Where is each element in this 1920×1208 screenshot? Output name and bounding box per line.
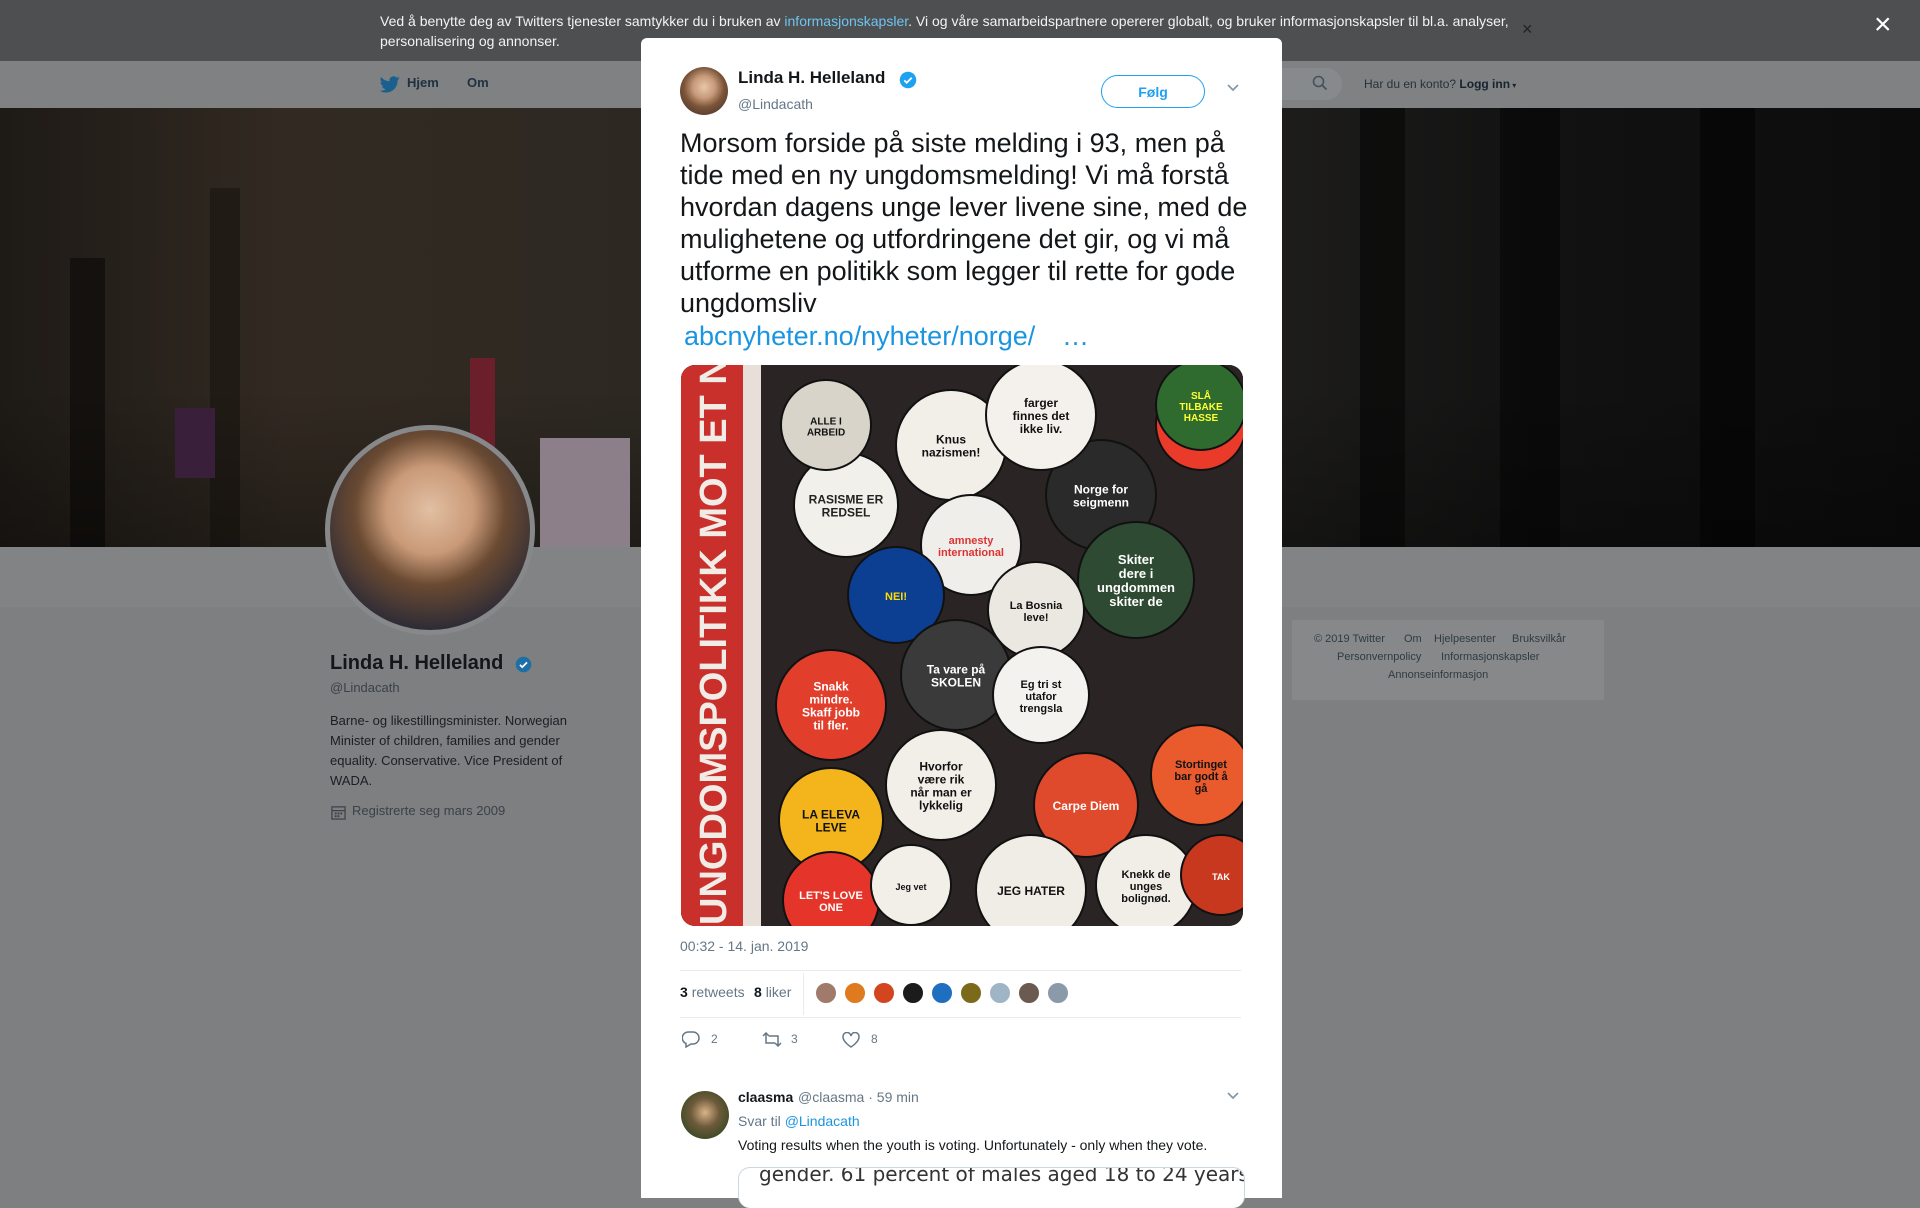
quoted-image-text: gender. 61 percent of males aged 18 to 2… bbox=[759, 1167, 1245, 1186]
liker-avatar[interactable] bbox=[901, 981, 925, 1005]
account-prompt: Har du en konto? Logg inn ▾ bbox=[1364, 77, 1517, 91]
magazine-title: UNGDOMSPOLITIKK MOT ET NYTT HUND bbox=[693, 365, 735, 925]
modal-close-button[interactable]: × bbox=[1874, 10, 1892, 40]
profile-avatar[interactable] bbox=[325, 425, 535, 635]
twitter-bird-icon[interactable] bbox=[380, 76, 400, 93]
divider bbox=[680, 970, 1241, 971]
footer-link-terms[interactable]: Bruksvilkår bbox=[1512, 633, 1566, 645]
cookie-policy-link[interactable]: informasjonskapsler bbox=[784, 13, 908, 29]
tweet-author-avatar[interactable] bbox=[680, 67, 728, 115]
profile-bio: Barne- og likestillingsminister. Norwegi… bbox=[330, 713, 567, 788]
reply-author-name[interactable]: claasma bbox=[738, 1089, 793, 1105]
pin-button-label: Jeg vet bbox=[895, 882, 926, 892]
calendar-icon bbox=[331, 806, 346, 820]
verified-badge-icon bbox=[515, 656, 532, 673]
tweet-text: Morsom forside på siste melding i 93, me… bbox=[680, 128, 1248, 318]
profile-handle[interactable]: @Lindacath bbox=[330, 680, 400, 695]
pin-button-label: Norge for seigmenn bbox=[1073, 483, 1129, 510]
liker-avatar[interactable] bbox=[988, 981, 1012, 1005]
tweet-link-ellipsis[interactable]: … bbox=[1062, 320, 1089, 352]
footer-link-privacy[interactable]: Personvernpolicy bbox=[1337, 651, 1421, 663]
tweet-author-name[interactable]: Linda H. Helleland bbox=[738, 68, 885, 88]
liker-avatar[interactable] bbox=[930, 981, 954, 1005]
footer-link-cookies[interactable]: Informasjonskapsler bbox=[1441, 651, 1539, 663]
liker-avatar[interactable] bbox=[872, 981, 896, 1005]
pin-button-label: Carpe Diem bbox=[1053, 799, 1120, 813]
search-icon[interactable] bbox=[1312, 75, 1328, 91]
reply-author-avatar[interactable] bbox=[681, 1091, 729, 1139]
reply-icon[interactable] bbox=[682, 1031, 700, 1048]
like-icon[interactable] bbox=[842, 1032, 860, 1048]
tweet-author-handle[interactable]: @Lindacath bbox=[738, 96, 813, 112]
nav-about-link[interactable]: Om bbox=[467, 75, 489, 90]
liker-avatar[interactable] bbox=[843, 981, 867, 1005]
pin-button-label: TAK bbox=[1212, 872, 1230, 882]
pin-button-label: NEI! bbox=[885, 591, 907, 603]
footer-copyright: © 2019 Twitter bbox=[1314, 633, 1385, 645]
chevron-down-icon[interactable] bbox=[1226, 1091, 1240, 1101]
pin-button-label: JEG HATER bbox=[997, 884, 1065, 898]
footer-links-box: © 2019 Twitter Om Hjelpesenter Bruksvilk… bbox=[1292, 620, 1604, 700]
follow-button[interactable]: Følg bbox=[1101, 75, 1205, 108]
like-count: 8 bbox=[871, 1032, 878, 1046]
divider bbox=[803, 973, 804, 1015]
footer-link-help[interactable]: Hjelpesenter bbox=[1434, 633, 1496, 645]
retweets-stat[interactable]: 3 retweets bbox=[680, 984, 745, 1000]
login-link[interactable]: Logg inn bbox=[1459, 77, 1510, 91]
liker-avatar[interactable] bbox=[814, 981, 838, 1005]
reply-to-line: Svar til @Lindacath bbox=[738, 1113, 860, 1129]
tweet-image-graphic: UNGDOMSPOLITIKK MOT ET NYTT HUND Knus naz… bbox=[681, 365, 1243, 926]
nav-home-link[interactable]: Hjem bbox=[407, 75, 439, 90]
login-caret-icon[interactable]: ▾ bbox=[1510, 81, 1516, 90]
divider bbox=[680, 1017, 1241, 1018]
footer-link-ads[interactable]: Annonseinformasjon bbox=[1388, 669, 1488, 681]
reply-text: Voting results when the youth is voting.… bbox=[738, 1137, 1208, 1153]
tweet-image[interactable]: UNGDOMSPOLITIKK MOT ET NYTT HUND Knus naz… bbox=[681, 365, 1243, 926]
liker-avatar[interactable] bbox=[1046, 981, 1070, 1005]
profile-join-date: Registrerte seg mars 2009 bbox=[352, 803, 506, 818]
reply-count: 2 bbox=[711, 1032, 718, 1046]
verified-badge-icon bbox=[899, 71, 917, 89]
retweet-icon[interactable] bbox=[762, 1032, 782, 1047]
reply-author-handle[interactable]: @claasma · 59 min bbox=[798, 1089, 919, 1105]
cookie-banner-close-button[interactable]: × bbox=[1522, 19, 1533, 40]
liker-avatar[interactable] bbox=[959, 981, 983, 1005]
likes-stat[interactable]: 8 liker bbox=[754, 984, 791, 1000]
footer-link-about[interactable]: Om bbox=[1404, 633, 1422, 645]
profile-name[interactable]: Linda H. Helleland bbox=[330, 652, 503, 675]
reply-to-handle-link[interactable]: @Lindacath bbox=[785, 1113, 860, 1129]
pin-button-label: ALLE I ARBEID bbox=[807, 417, 845, 439]
tweet-link[interactable]: abcnyheter.no/nyheter/norge/ bbox=[684, 320, 1035, 352]
liker-avatar[interactable] bbox=[1017, 981, 1041, 1005]
retweet-count: 3 bbox=[791, 1032, 798, 1046]
tweet-timestamp[interactable]: 00:32 - 14. jan. 2019 bbox=[680, 938, 808, 954]
chevron-down-icon[interactable] bbox=[1226, 83, 1240, 93]
pin-button-label: Ta vare på SKOLEN bbox=[927, 663, 986, 690]
